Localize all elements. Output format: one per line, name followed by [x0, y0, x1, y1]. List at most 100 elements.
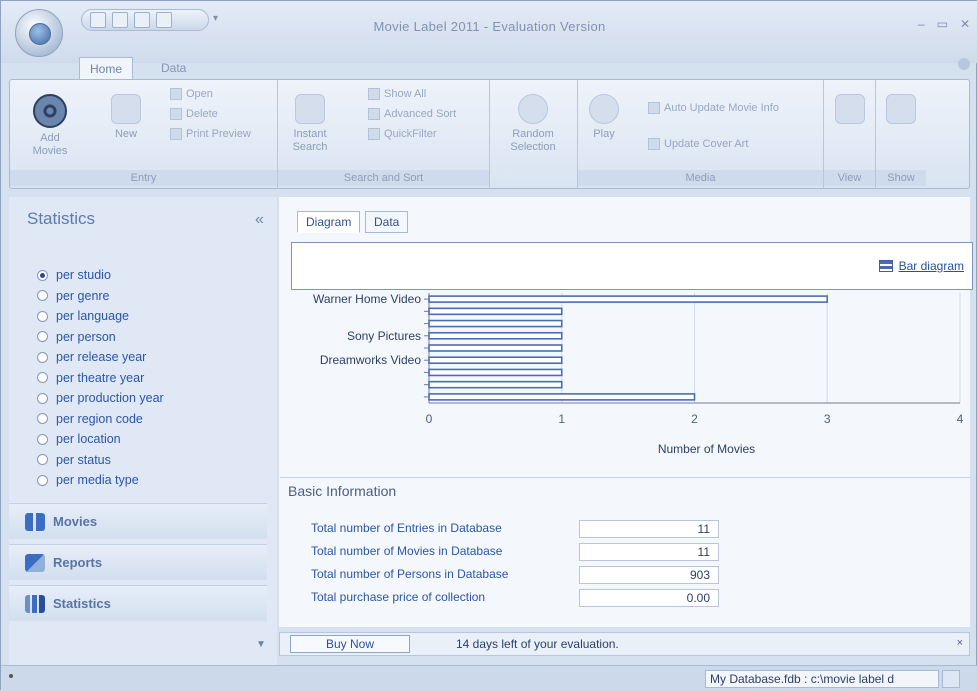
- bar: [428, 380, 563, 389]
- statistics-option[interactable]: per region code: [37, 409, 164, 430]
- radio-button[interactable]: [37, 269, 48, 281]
- random-selection-button[interactable]: Random Selection: [500, 94, 566, 154]
- radio-button[interactable]: [37, 310, 48, 322]
- add-movies-button[interactable]: Add Movies: [28, 94, 72, 158]
- radio-button[interactable]: [37, 351, 48, 363]
- show-all-icon: [368, 88, 380, 100]
- minimize-icon[interactable]: –: [918, 17, 925, 31]
- help-icon[interactable]: [958, 58, 970, 70]
- group-label-entry: Entry: [10, 170, 277, 186]
- close-evaluation-icon[interactable]: ×: [957, 637, 963, 649]
- open-label: Open: [186, 88, 213, 100]
- show-all-label: Show All: [384, 88, 427, 100]
- x-tick-label: 3: [824, 412, 831, 426]
- statistics-option[interactable]: per theatre year: [37, 368, 164, 389]
- show-button[interactable]: [884, 94, 918, 128]
- film-reel-icon: [33, 94, 67, 128]
- print-preview-icon: [170, 128, 182, 140]
- sort-icon: [368, 108, 380, 120]
- ribbon-group-random: Random Selection: [490, 80, 578, 188]
- x-tick-label: 1: [558, 412, 565, 426]
- y-tick-label: Warner Home Video: [313, 292, 421, 306]
- new-button[interactable]: New: [106, 94, 146, 141]
- radio-button[interactable]: [37, 474, 48, 486]
- tab-data-view[interactable]: Data: [365, 211, 409, 233]
- database-path: My Database.fdb : c:\movie label d: [705, 670, 939, 688]
- radio-button[interactable]: [37, 331, 48, 343]
- statistics-option[interactable]: per media type: [37, 470, 164, 491]
- advanced-sort-label: Advanced Sort: [384, 108, 457, 120]
- tab-data[interactable]: Data: [151, 57, 196, 79]
- print-preview-button[interactable]: Print Preview: [170, 128, 251, 140]
- bar: [428, 319, 563, 328]
- show-all-button[interactable]: Show All: [368, 88, 426, 100]
- search-icon: [295, 94, 325, 124]
- app-window: ▾ Movie Label 2011 - Evaluation Version …: [0, 0, 977, 691]
- nav-movies-label: Movies: [53, 514, 98, 529]
- group-label-show: Show: [876, 170, 926, 186]
- x-axis-label: Number of Movies: [658, 442, 755, 456]
- statistics-option[interactable]: per genre: [37, 286, 164, 307]
- evaluation-message: 14 days left of your evaluation.: [456, 637, 619, 651]
- nav-movies[interactable]: Movies: [9, 503, 267, 539]
- info-label: Total number of Movies in Database: [311, 544, 503, 558]
- statistics-option-label: per location: [56, 432, 121, 447]
- maximize-icon[interactable]: ▭: [937, 17, 948, 31]
- statistics-option[interactable]: per release year: [37, 347, 164, 368]
- bar-diagram-button[interactable]: Bar diagram: [878, 259, 964, 273]
- radio-button[interactable]: [37, 290, 48, 302]
- statistics-option-label: per language: [56, 309, 129, 324]
- auto-update-button[interactable]: Auto Update Movie Info: [648, 102, 779, 114]
- radio-button[interactable]: [37, 433, 48, 445]
- statistics-option[interactable]: per production year: [37, 388, 164, 409]
- statistics-option[interactable]: per studio: [37, 265, 164, 286]
- chart-toolbar: Bar diagram: [291, 242, 973, 290]
- window-title: Movie Label 2011 - Evaluation Version: [373, 19, 606, 34]
- info-value: 903: [579, 566, 719, 584]
- bar: [428, 295, 829, 303]
- tab-diagram[interactable]: Diagram: [297, 211, 361, 233]
- new-label: New: [114, 128, 137, 140]
- statistics-option[interactable]: per person: [37, 327, 164, 348]
- statistics-option[interactable]: per location: [37, 429, 164, 450]
- instant-search-button[interactable]: Instant Search: [286, 94, 334, 154]
- statistics-option-label: per theatre year: [56, 370, 145, 385]
- radio-button[interactable]: [37, 372, 48, 384]
- info-value: 11: [579, 543, 719, 561]
- advanced-sort-button[interactable]: Advanced Sort: [368, 108, 456, 120]
- radio-button[interactable]: [37, 392, 48, 404]
- statistics-option-label: per person: [56, 329, 116, 344]
- radio-button[interactable]: [37, 454, 48, 466]
- delete-button[interactable]: Delete: [170, 108, 218, 120]
- new-document-icon: [111, 94, 141, 124]
- bar: [428, 356, 563, 365]
- auto-update-icon: [648, 102, 660, 114]
- nav-reports[interactable]: Reports: [9, 544, 267, 580]
- y-tick-label: Sony Pictures: [347, 329, 421, 343]
- x-tick-label: 4: [957, 412, 964, 426]
- play-button[interactable]: Play: [584, 94, 624, 141]
- open-button[interactable]: Open: [170, 88, 213, 100]
- view-button[interactable]: [832, 94, 868, 128]
- resize-grip-icon[interactable]: [942, 670, 960, 688]
- view-icon: [835, 94, 865, 124]
- instant-search-label: Instant Search: [292, 128, 328, 153]
- update-cover-label: Update Cover Art: [664, 138, 749, 150]
- configure-buttons-icon[interactable]: ▼: [256, 639, 266, 650]
- evaluation-bar: Buy Now 14 days left of your evaluation.…: [279, 632, 970, 656]
- movies-icon: [25, 512, 45, 531]
- group-label-search-sort: Search and Sort: [278, 170, 489, 186]
- delete-label: Delete: [186, 108, 218, 120]
- statistics-option[interactable]: per language: [37, 306, 164, 327]
- radio-button[interactable]: [37, 413, 48, 425]
- statistics-option-label: per region code: [56, 411, 143, 426]
- statistics-option[interactable]: per status: [37, 450, 164, 471]
- close-icon[interactable]: ✕: [960, 17, 970, 31]
- nav-statistics[interactable]: Statistics: [9, 585, 267, 621]
- buy-now-button[interactable]: Buy Now: [290, 635, 410, 653]
- quickfilter-button[interactable]: QuickFilter: [368, 128, 437, 140]
- tab-home[interactable]: Home: [79, 57, 134, 79]
- collapse-pane-icon[interactable]: «: [255, 211, 264, 229]
- update-cover-button[interactable]: Update Cover Art: [648, 138, 748, 150]
- bar: [428, 368, 563, 377]
